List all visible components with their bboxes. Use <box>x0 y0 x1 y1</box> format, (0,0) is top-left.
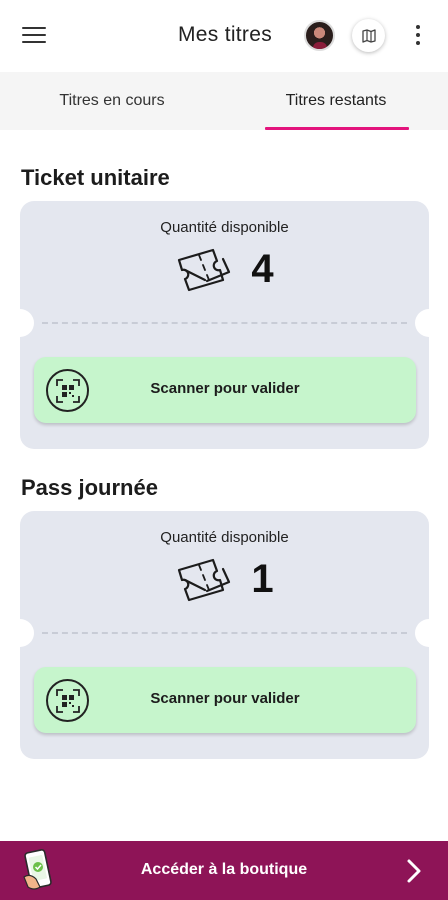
user-avatar[interactable] <box>304 20 335 51</box>
quantity-value: 1 <box>251 557 274 601</box>
section-title-pass-journee: Pass journée <box>21 475 158 500</box>
tab-bar: Titres en cours Titres restants <box>0 72 448 130</box>
tickets-icon <box>178 248 231 292</box>
ticket-notch-left <box>6 619 34 647</box>
shop-banner[interactable]: Accéder à la boutique <box>0 841 448 900</box>
map-icon <box>361 28 376 43</box>
ticket-card: Quantité disponible 4 Scanner pour valid… <box>6 201 443 449</box>
quantity-row: 1 <box>20 555 429 603</box>
tab-titres-en-cours[interactable]: Titres en cours <box>0 72 224 130</box>
scan-button-label: Scanner pour valider <box>150 690 300 707</box>
active-tab-indicator <box>265 127 409 130</box>
scan-button-label: Scanner pour valider <box>150 380 300 397</box>
app-bar: Mes titres <box>0 0 448 72</box>
ticket-notch-right <box>415 619 443 647</box>
quantity-label: Quantité disponible <box>160 529 289 546</box>
section-title-ticket-unitaire: Ticket unitaire <box>21 165 170 190</box>
chevron-right-icon <box>407 859 421 883</box>
ticket-notch-left <box>6 309 34 337</box>
scan-button[interactable]: Scanner pour valider <box>34 667 416 733</box>
page-title: Mes titres <box>177 23 272 46</box>
tab-titres-restants[interactable]: Titres restants <box>224 72 448 130</box>
hamburger-menu-icon[interactable] <box>22 24 48 46</box>
quantity-value: 4 <box>251 247 274 291</box>
quantity-row: 4 <box>20 245 429 293</box>
quantity-label: Quantité disponible <box>160 219 289 236</box>
ticket-perforation <box>42 632 407 634</box>
shop-banner-label: Accéder à la boutique <box>140 861 308 878</box>
scan-button[interactable]: Scanner pour valider <box>34 357 416 423</box>
more-vert-icon[interactable] <box>408 22 428 48</box>
ticket-card: Quantité disponible 1 Scanner pour valid… <box>6 511 443 759</box>
ticket-perforation <box>42 322 407 324</box>
tickets-icon <box>178 558 231 602</box>
ticket-notch-right <box>415 309 443 337</box>
map-button[interactable] <box>352 19 385 52</box>
